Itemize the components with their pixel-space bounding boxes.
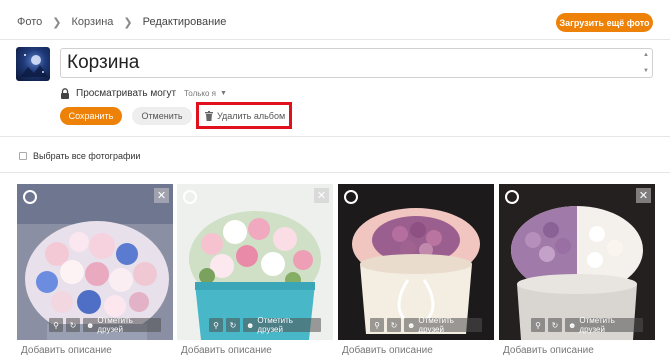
album-edit-card: Фото ❯ Корзина ❯ Редактирование Загрузит…: [0, 0, 670, 360]
tag-friends-button[interactable]: ☻ Отметить друзей: [243, 316, 321, 334]
breadcrumb: Фото ❯ Корзина ❯ Редактирование: [17, 14, 226, 30]
tag-user-icon: ☻: [86, 320, 95, 330]
chevron-right-icon: ❯: [52, 16, 62, 29]
tag-user-icon: ☻: [568, 320, 577, 330]
zoom-icon[interactable]: ⚲: [370, 318, 384, 332]
rotate-icon[interactable]: ↻: [226, 318, 240, 332]
photo-toolbar: ⚲ ↻ ☻ Отметить друзей: [531, 316, 643, 334]
rotate-icon[interactable]: ↻: [66, 318, 80, 332]
select-all-checkbox[interactable]: Выбрать все фотографии: [19, 150, 140, 162]
rotate-icon[interactable]: ↻: [548, 318, 562, 332]
rotate-icon[interactable]: ↻: [387, 318, 401, 332]
caret-down-icon[interactable]: ▼: [220, 90, 227, 97]
photo-card[interactable]: ⚲ ↻ ☻ Отметить друзей Добавить описание: [338, 184, 494, 360]
zoom-icon[interactable]: ⚲: [49, 318, 63, 332]
breadcrumb-photo[interactable]: Фото: [17, 16, 42, 28]
zoom-icon[interactable]: ⚲: [531, 318, 545, 332]
delete-album-button[interactable]: Удалить альбом: [196, 102, 292, 129]
lock-icon: [61, 87, 69, 99]
photo-toolbar: ⚲ ↻ ☻ Отметить друзей: [49, 316, 161, 334]
trash-icon: [205, 110, 213, 121]
photo-toolbar: ⚲ ↻ ☻ Отметить друзей: [370, 316, 482, 334]
checkbox[interactable]: [19, 152, 27, 160]
divider: [0, 172, 670, 173]
select-photo-checkbox[interactable]: [183, 190, 197, 204]
divider: [0, 39, 670, 40]
add-description-link[interactable]: Добавить описание: [181, 345, 272, 356]
save-button[interactable]: Сохранить: [60, 107, 122, 125]
tag-friends-button[interactable]: ☻ Отметить друзей: [83, 316, 161, 334]
add-description-link[interactable]: Добавить описание: [342, 345, 433, 356]
delete-album-label: Удалить альбом: [217, 110, 286, 121]
select-photo-checkbox[interactable]: [23, 190, 37, 204]
album-title-input[interactable]: Корзина ▲ ▼: [60, 48, 653, 78]
tag-friends-label: Отметить друзей: [579, 316, 615, 334]
tag-friends-button[interactable]: ☻ Отметить друзей: [565, 316, 643, 334]
close-icon[interactable]: ✕: [636, 188, 651, 203]
album-title-value: Корзина: [67, 52, 140, 73]
select-photo-checkbox[interactable]: [344, 190, 358, 204]
photo-card[interactable]: ✕ ⚲ ↻ ☻ Отметить друзей Добавить описани…: [499, 184, 655, 360]
zoom-icon[interactable]: ⚲: [209, 318, 223, 332]
tag-friends-label: Отметить друзей: [418, 316, 454, 334]
upload-more-button[interactable]: Загрузить ещё фото: [556, 13, 653, 32]
album-cover[interactable]: [16, 47, 50, 81]
privacy-label: Просматривать могут: [76, 87, 177, 99]
privacy-dropdown[interactable]: Только я: [184, 89, 216, 98]
privacy-setting: Просматривать могут Только я ▼: [60, 86, 227, 100]
photo-card[interactable]: ✕ ⚲ ↻ ☻ Отметить друзей Добавить описани…: [17, 184, 173, 360]
breadcrumb-current: Редактирование: [142, 16, 227, 28]
add-description-link[interactable]: Добавить описание: [21, 345, 112, 356]
select-photo-checkbox[interactable]: [505, 190, 519, 204]
cancel-button[interactable]: Отменить: [132, 107, 192, 125]
chevron-right-icon: ❯: [123, 16, 133, 29]
close-icon[interactable]: ✕: [314, 188, 329, 203]
scroll-arrows-icon[interactable]: ▲ ▼: [643, 52, 649, 74]
photo-toolbar: ⚲ ↻ ☻ Отметить друзей: [209, 316, 321, 334]
tag-friends-label: Отметить друзей: [257, 316, 293, 334]
tag-user-icon: ☻: [246, 320, 255, 330]
tag-friends-button[interactable]: ☻ Отметить друзей: [404, 316, 482, 334]
tag-friends-label: Отметить друзей: [97, 316, 133, 334]
add-description-link[interactable]: Добавить описание: [503, 345, 594, 356]
close-icon[interactable]: ✕: [154, 188, 169, 203]
divider: [0, 136, 670, 137]
tag-user-icon: ☻: [407, 320, 416, 330]
photo-card[interactable]: ✕ ⚲ ↻ ☻ Отметить друзей Добавить описани…: [177, 184, 333, 360]
select-all-label: Выбрать все фотографии: [33, 151, 141, 161]
breadcrumb-album[interactable]: Корзина: [72, 16, 114, 28]
